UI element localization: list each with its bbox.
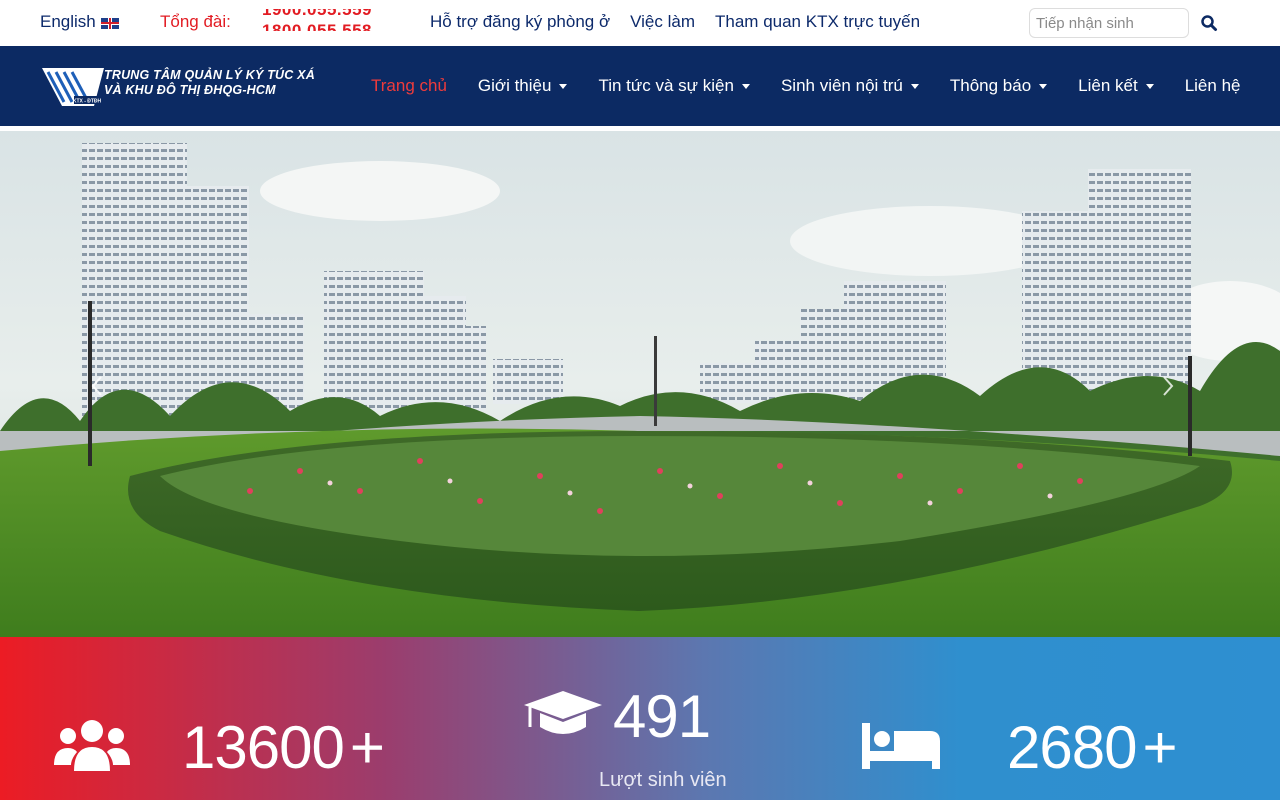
nav-home[interactable]: Trang chủ xyxy=(371,76,447,96)
nav-contact-label[interactable]: Liên hệ xyxy=(1185,76,1241,96)
top-links: Hỗ trợ đăng ký phòng ở Việc làm Tham qua… xyxy=(430,12,920,32)
stat-residents-value: 13600 + xyxy=(182,713,385,782)
nav-news-label[interactable]: Tin tức và sự kiện xyxy=(598,76,734,96)
search-icon[interactable] xyxy=(1200,14,1218,32)
nav-menu: Trang chủ Giới thiệu Tin tức và sự kiện … xyxy=(371,76,1240,96)
main-navbar: KTX - ĐTĐH TRUNG TÂM QUẢN LÝ KÝ TÚC XÁ V… xyxy=(0,46,1280,126)
chevron-down-icon[interactable] xyxy=(1039,83,1048,89)
stats-bar: 13600 + 491 Lượt sinh viên 2680 + xyxy=(0,637,1280,800)
users-icon xyxy=(54,720,130,771)
stat-beds-value: 2680 + xyxy=(1007,713,1178,782)
bed-icon xyxy=(862,723,940,769)
link-room-registration[interactable]: Hỗ trợ đăng ký phòng ở xyxy=(430,12,610,32)
slider-next-icon[interactable] xyxy=(1153,371,1183,401)
hotline-number-2[interactable]: 1800.055.558 xyxy=(262,21,372,31)
language-switcher[interactable]: English xyxy=(40,12,119,32)
top-bar: English Tổng đài: 1900.055.559 1800.055.… xyxy=(0,0,1280,46)
graduation-cap-icon xyxy=(524,691,602,734)
stat-students-value: 491 xyxy=(613,683,711,750)
logo-badge: KTX - ĐTĐH xyxy=(73,99,102,105)
nav-news-events[interactable]: Tin tức và sự kiện xyxy=(598,76,750,96)
nav-contact[interactable]: Liên hệ xyxy=(1185,76,1241,96)
nav-about[interactable]: Giới thiệu xyxy=(478,76,568,96)
chevron-down-icon[interactable] xyxy=(1145,83,1154,89)
chevron-down-icon[interactable] xyxy=(910,83,919,89)
logo-emblem: KTX - ĐTĐH xyxy=(42,68,104,106)
hero-slider[interactable] xyxy=(0,131,1280,637)
stat-residents-number: 13600 xyxy=(182,714,345,781)
uk-flag-icon[interactable] xyxy=(100,17,119,29)
chevron-down-icon[interactable] xyxy=(741,83,750,89)
nav-announcements-label[interactable]: Thông báo xyxy=(950,76,1031,96)
stat-beds-number: 2680 xyxy=(1007,714,1137,781)
language-label[interactable]: English xyxy=(40,12,96,32)
search-input[interactable] xyxy=(1029,8,1189,38)
stat-residents-suffix: + xyxy=(349,714,385,781)
nav-resident-students[interactable]: Sinh viên nội trú xyxy=(781,76,919,96)
stat-students-label: Lượt sinh viên xyxy=(599,769,727,791)
chevron-down-icon[interactable] xyxy=(559,83,568,89)
hotline-ticker[interactable]: 1900.055.559 1800.055.558 xyxy=(262,9,372,31)
nav-links[interactable]: Liên kết xyxy=(1078,76,1154,96)
nav-resident-label[interactable]: Sinh viên nội trú xyxy=(781,76,903,96)
logo-line-1: TRUNG TÂM QUẢN LÝ KÝ TÚC XÁ xyxy=(104,68,315,82)
logo-line-2: VÀ KHU ĐÔ THỊ ĐHQG-HCM xyxy=(104,83,276,97)
logo-text: TRUNG TÂM QUẢN LÝ KÝ TÚC XÁ VÀ KHU ĐÔ TH… xyxy=(104,68,315,98)
site-logo[interactable]: KTX - ĐTĐH TRUNG TÂM QUẢN LÝ KÝ TÚC XÁ V… xyxy=(42,66,315,108)
nav-links-label[interactable]: Liên kết xyxy=(1078,76,1138,96)
nav-announcements[interactable]: Thông báo xyxy=(950,76,1048,96)
stat-beds-suffix: + xyxy=(1142,714,1177,781)
hotline-number-1[interactable]: 1900.055.559 xyxy=(262,9,372,20)
nav-about-label[interactable]: Giới thiệu xyxy=(478,76,552,96)
slider-prev-icon[interactable] xyxy=(82,371,112,401)
hotline-label: Tổng đài: xyxy=(160,12,231,31)
nav-home-label[interactable]: Trang chủ xyxy=(371,76,447,96)
link-virtual-tour[interactable]: Tham quan KTX trực tuyến xyxy=(715,12,920,32)
hero-campus-image xyxy=(0,131,1280,637)
link-jobs[interactable]: Việc làm xyxy=(630,12,695,32)
